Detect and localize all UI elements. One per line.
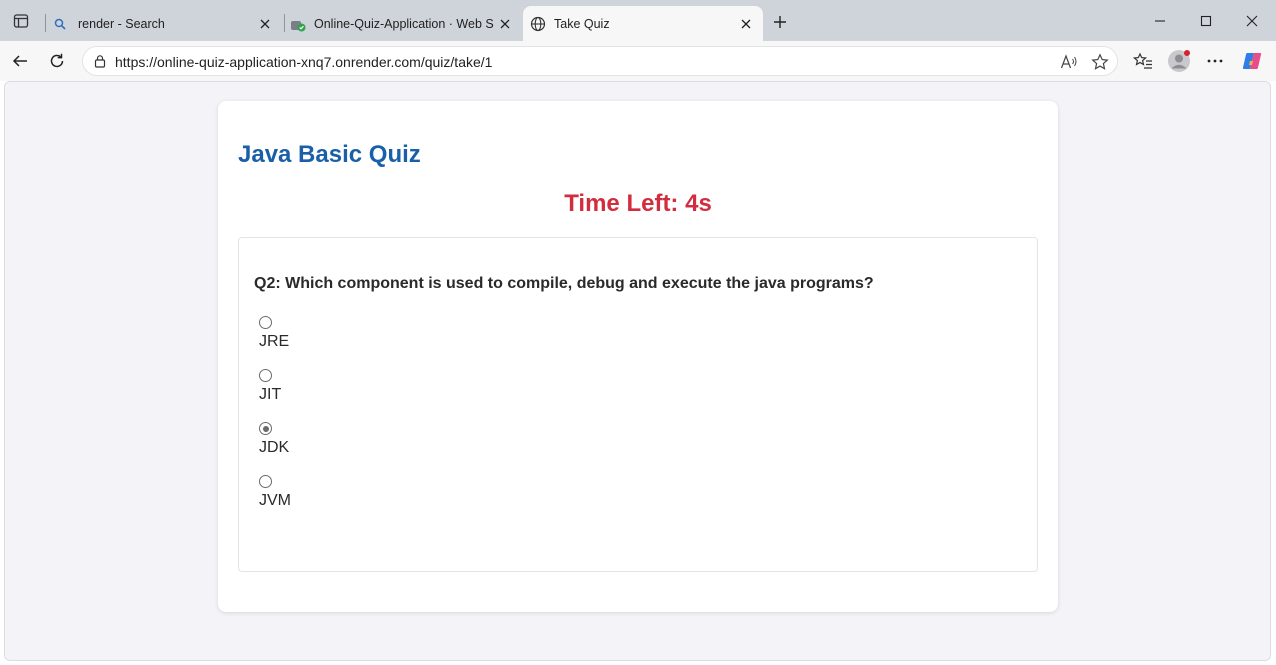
- tab-separator: [284, 14, 285, 32]
- tab-strip: render - Search Online-Quiz-Application …: [0, 0, 1276, 41]
- profile-button[interactable]: [1166, 48, 1192, 74]
- close-icon[interactable]: [737, 15, 755, 33]
- url-text[interactable]: https://online-quiz-application-xnq7.onr…: [115, 54, 492, 70]
- plus-icon: [774, 16, 786, 28]
- radio-button[interactable]: [259, 316, 272, 329]
- tab-render-search[interactable]: render - Search: [52, 6, 282, 41]
- favorites-button[interactable]: [1130, 48, 1156, 74]
- question-text: Q2: Which component is used to compile, …: [254, 275, 874, 292]
- question-box: Q2: Which component is used to compile, …: [238, 237, 1038, 572]
- option-label: JIT: [259, 386, 282, 403]
- close-icon[interactable]: [496, 15, 514, 33]
- window-close-button[interactable]: [1237, 8, 1267, 34]
- minimize-button[interactable]: [1145, 8, 1175, 34]
- tab-title: Online-Quiz-Application · Web Se: [314, 16, 494, 31]
- globe-icon: [530, 16, 546, 32]
- favorite-star-icon[interactable]: [1090, 52, 1110, 72]
- sidebar-layout-icon: [13, 14, 29, 28]
- refresh-icon: [50, 53, 64, 68]
- option-label: JVM: [259, 492, 291, 509]
- tab-online-quiz-application[interactable]: Online-Quiz-Application · Web Se: [290, 6, 522, 41]
- quiz-card: Java Basic Quiz Time Left: 4s Q2: Which …: [218, 101, 1058, 612]
- maximize-button[interactable]: [1191, 8, 1221, 34]
- tab-separator: [45, 14, 46, 32]
- tab-actions-button[interactable]: [8, 8, 34, 34]
- option-jdk[interactable]: JDK: [259, 422, 289, 456]
- quiz-title: Java Basic Quiz: [238, 141, 421, 168]
- tab-take-quiz[interactable]: Take Quiz: [523, 6, 763, 41]
- option-jvm[interactable]: JVM: [259, 475, 291, 509]
- render-app-icon: [290, 16, 306, 32]
- close-icon: [1246, 15, 1258, 27]
- copilot-button[interactable]: [1239, 48, 1265, 74]
- back-button[interactable]: [7, 48, 33, 74]
- copilot-icon: [1242, 53, 1262, 69]
- page-viewport: Java Basic Quiz Time Left: 4s Q2: Which …: [4, 81, 1271, 661]
- time-left-timer: Time Left: 4s: [564, 190, 712, 217]
- refresh-button[interactable]: [44, 48, 70, 74]
- maximize-icon: [1200, 15, 1212, 27]
- option-label: JRE: [259, 333, 290, 350]
- radio-button[interactable]: [259, 422, 272, 435]
- tab-title: render - Search: [78, 16, 165, 31]
- arrow-left-icon: [12, 55, 27, 67]
- ellipsis-icon: [1207, 59, 1223, 63]
- read-aloud-icon[interactable]: [1059, 52, 1079, 72]
- lock-icon[interactable]: [92, 53, 108, 69]
- tab-title: Take Quiz: [554, 16, 610, 31]
- radio-button[interactable]: [259, 369, 272, 382]
- new-tab-button[interactable]: [768, 10, 792, 34]
- option-jit[interactable]: JIT: [259, 369, 281, 403]
- more-options-button[interactable]: [1202, 48, 1228, 74]
- minimize-icon: [1155, 20, 1165, 22]
- search-icon: [52, 16, 68, 32]
- address-bar[interactable]: https://online-quiz-application-xnq7.onr…: [82, 46, 1118, 76]
- favorites-list-icon: [1133, 52, 1152, 69]
- radio-button[interactable]: [259, 475, 272, 488]
- avatar-icon: [1168, 50, 1190, 72]
- close-icon[interactable]: [256, 15, 274, 33]
- option-label: JDK: [259, 439, 290, 456]
- browser-toolbar: https://online-quiz-application-xnq7.onr…: [0, 41, 1276, 81]
- option-jre[interactable]: JRE: [259, 316, 289, 350]
